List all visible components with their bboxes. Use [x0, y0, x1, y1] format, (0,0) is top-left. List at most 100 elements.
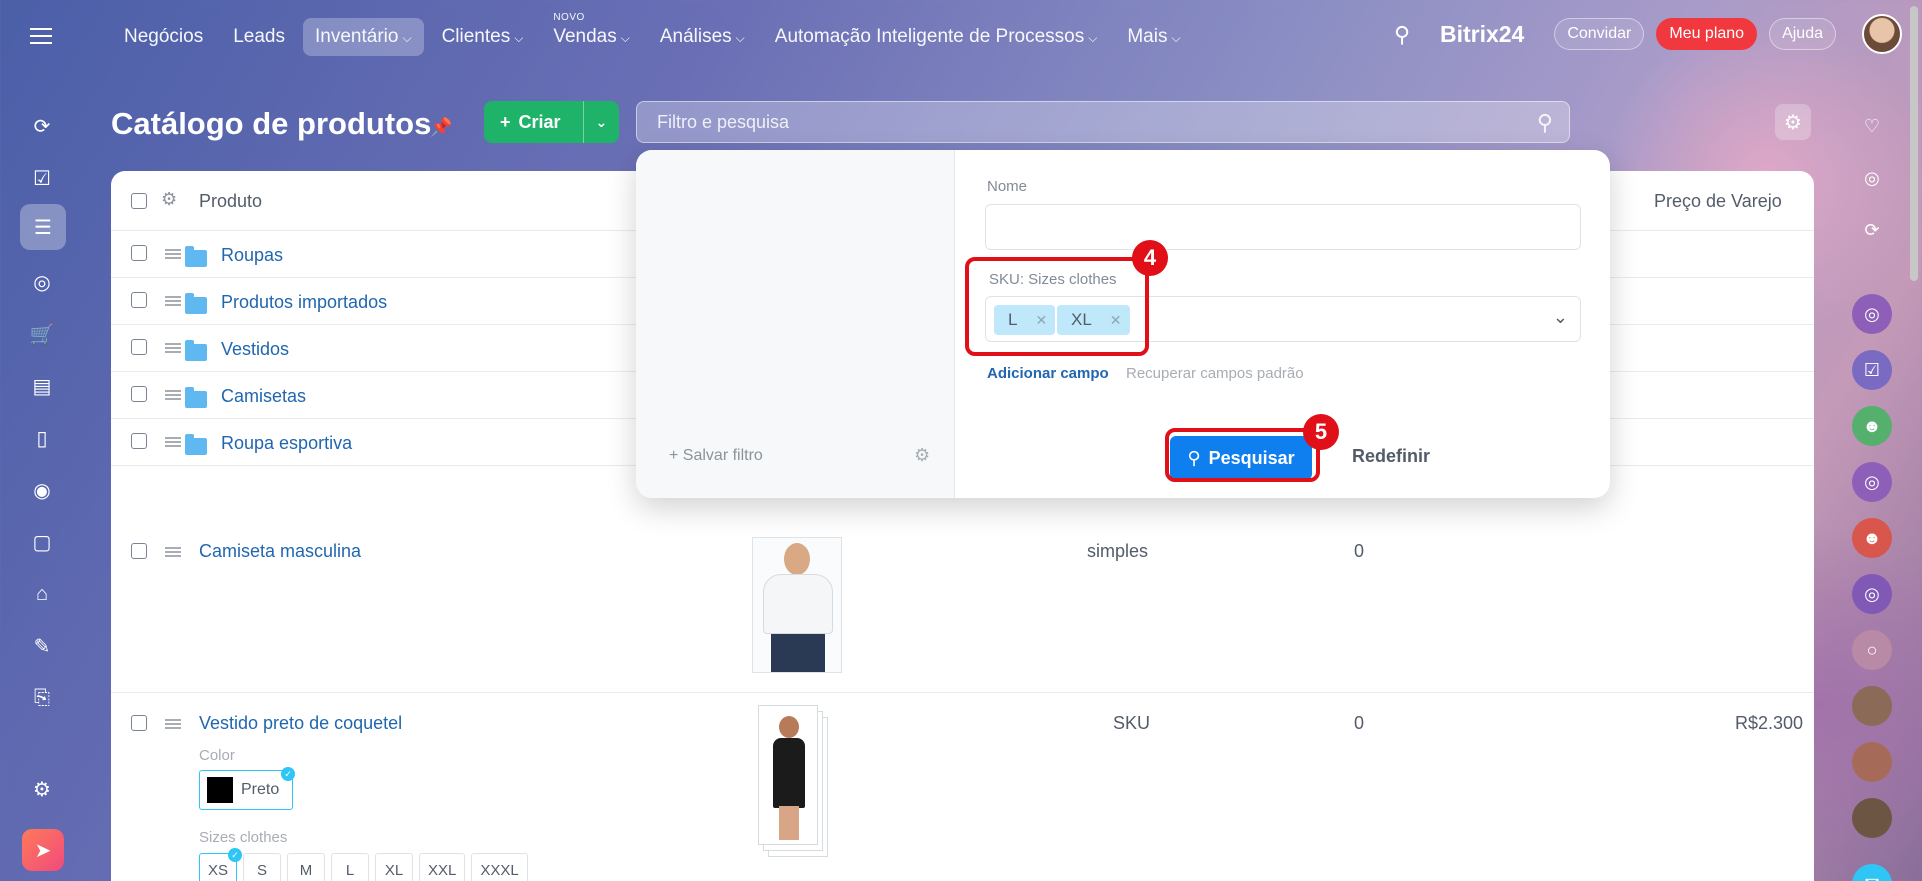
circle-icon[interactable]: ○ [1852, 630, 1892, 670]
brand-logo[interactable]: Bitrix24 [1440, 21, 1524, 48]
help-button[interactable]: Ajuda [1769, 18, 1836, 50]
drag-handle-icon[interactable] [165, 390, 181, 400]
tasks-chat-icon[interactable]: ☑ [1852, 350, 1892, 390]
robot-icon[interactable]: ◉ [24, 472, 60, 508]
plan-button[interactable]: Meu plano [1656, 18, 1758, 50]
folder-name-link[interactable]: Roupas [221, 245, 283, 266]
product-name-link[interactable]: Vestido preto de coquetel [199, 713, 402, 734]
size-option[interactable]: XXXL [471, 853, 528, 881]
row-checkbox[interactable] [131, 386, 147, 402]
chevron-down-icon[interactable]: ⌄ [584, 101, 620, 143]
cart-icon[interactable]: 🛒 [24, 316, 60, 352]
nav-item-5[interactable]: Análises ⌵ [648, 18, 757, 56]
nav-item-1[interactable]: Leads [221, 18, 297, 56]
chat-sync-icon[interactable]: ⟳ [1852, 210, 1892, 250]
rocket-icon[interactable]: ➤ [22, 829, 64, 871]
chevron-down-icon: ⌵ [620, 31, 630, 45]
search-icon[interactable]: ⚲ [1394, 22, 1418, 47]
table-row[interactable]: Camiseta masculina simples 0 [111, 519, 1814, 693]
color-option-selected[interactable]: Preto [199, 770, 293, 810]
product-image-tshirt[interactable] [752, 537, 842, 673]
nav-item-7[interactable]: Mais ⌵ [1115, 18, 1192, 56]
folder-name-link[interactable]: Camisetas [221, 386, 306, 407]
nav-item-6[interactable]: Automação Inteligente de Processos ⌵ [763, 18, 1110, 56]
restore-default-fields-link[interactable]: Recuperar campos padrão [1126, 365, 1304, 382]
channel-2-icon[interactable]: ◎ [1852, 462, 1892, 502]
document-icon[interactable]: ⎘ [24, 680, 60, 716]
analytics-icon[interactable]: ▯ [24, 420, 60, 456]
tasks-icon[interactable]: ☑ [24, 160, 60, 196]
save-filter-button[interactable]: + Salvar filtro [669, 447, 763, 465]
column-header-product[interactable]: Produto [199, 191, 262, 212]
user-avatar-2[interactable] [1852, 742, 1892, 782]
select-all-checkbox[interactable] [131, 193, 147, 209]
settings-gear-icon[interactable]: ⚙ [1775, 104, 1811, 140]
pin-icon[interactable]: 📌 [430, 117, 452, 138]
messenger-icon[interactable]: ✉ [1852, 864, 1892, 881]
settings-gear-icon[interactable]: ⚙ [24, 771, 60, 807]
row-checkbox[interactable] [131, 339, 147, 355]
channel-3-icon[interactable]: ◎ [1852, 574, 1892, 614]
search-icon[interactable]: ⚲ [1537, 110, 1553, 136]
sign-icon[interactable]: ✎ [24, 628, 60, 664]
group-chat-icon[interactable]: ☻ [1852, 406, 1892, 446]
hamburger-icon[interactable] [30, 28, 52, 44]
top-bar: Negócios Leads Inventário ⌵ Clientes ⌵ NOVO Ven… [0, 0, 1922, 74]
chevron-down-icon: ⌵ [514, 31, 524, 45]
product-type: simples [1087, 541, 1149, 561]
add-field-link[interactable]: Adicionar campo [987, 365, 1109, 382]
user-avatar-3[interactable] [1852, 798, 1892, 838]
size-option[interactable]: XL [375, 853, 414, 881]
drag-handle-icon[interactable] [165, 296, 181, 306]
reset-button[interactable]: Redefinir [1352, 446, 1430, 467]
filter-funnel-icon[interactable]: ☰ [20, 204, 66, 250]
group-chat-2-icon[interactable]: ☻ [1852, 518, 1892, 558]
warehouse-icon[interactable]: ⌂ [24, 576, 60, 612]
nav-item-4[interactable]: NOVO Vendas ⌵ [541, 12, 642, 56]
product-name-link[interactable]: Camiseta masculina [199, 541, 361, 562]
drag-handle-icon[interactable] [165, 719, 181, 729]
row-checkbox[interactable] [131, 715, 147, 731]
invite-button[interactable]: Convidar [1554, 18, 1645, 50]
box-icon[interactable]: ▢ [24, 524, 60, 560]
user-avatar-1[interactable] [1852, 686, 1892, 726]
user-avatar[interactable] [1862, 14, 1902, 54]
row-checkbox[interactable] [131, 245, 147, 261]
size-option[interactable]: S [243, 853, 282, 881]
column-settings-gear-icon[interactable]: ⚙ [161, 189, 177, 210]
sizes-label: Sizes clothes [199, 829, 288, 846]
chevron-down-icon[interactable]: ⌄ [1553, 307, 1568, 328]
target-icon[interactable]: ◎ [24, 264, 60, 300]
column-header-retail-price[interactable]: Preço de Varejo [1654, 191, 1782, 212]
create-button[interactable]: + Criar [484, 101, 584, 143]
channel-icon[interactable]: ◎ [1852, 294, 1892, 334]
name-field[interactable] [985, 204, 1581, 250]
nav-item-0[interactable]: Negócios [112, 18, 215, 56]
filter-settings-gear-icon[interactable]: ⚙ [914, 445, 930, 466]
row-checkbox[interactable] [131, 543, 147, 559]
folder-name-link[interactable]: Produtos importados [221, 292, 387, 313]
size-option[interactable]: M [287, 853, 326, 881]
drag-handle-icon[interactable] [165, 547, 181, 557]
contact-card-icon[interactable]: ▤ [24, 368, 60, 404]
left-sidebar: ⟳ ☑ ☰ ◎ 🛒 ▤ ▯ ◉ ▢ ⌂ ✎ ⎘ ⚙ ➤ [0, 74, 84, 881]
size-option[interactable]: XXL [419, 853, 466, 881]
bell-icon[interactable]: ♡ [1852, 106, 1892, 146]
filter-search-input[interactable]: Filtro e pesquisa ⚲ [636, 101, 1570, 143]
check-icon: ✓ [228, 848, 242, 862]
nav-item-3[interactable]: Clientes ⌵ [430, 18, 536, 56]
folder-name-link[interactable]: Roupa esportiva [221, 433, 352, 454]
folder-name-link[interactable]: Vestidos [221, 339, 289, 360]
row-checkbox[interactable] [131, 292, 147, 308]
row-checkbox[interactable] [131, 433, 147, 449]
nav-item-2[interactable]: Inventário ⌵ [303, 18, 424, 56]
flow-icon[interactable]: ⟳ [24, 108, 60, 144]
size-option[interactable]: L [331, 853, 370, 881]
drag-handle-icon[interactable] [165, 343, 181, 353]
drag-handle-icon[interactable] [165, 437, 181, 447]
page-scrollbar[interactable] [1910, 6, 1918, 281]
copilot-icon[interactable]: ◎ [1852, 158, 1892, 198]
product-quantity: 0 [1354, 713, 1365, 733]
drag-handle-icon[interactable] [165, 249, 181, 259]
product-image-dress[interactable] [758, 705, 818, 845]
